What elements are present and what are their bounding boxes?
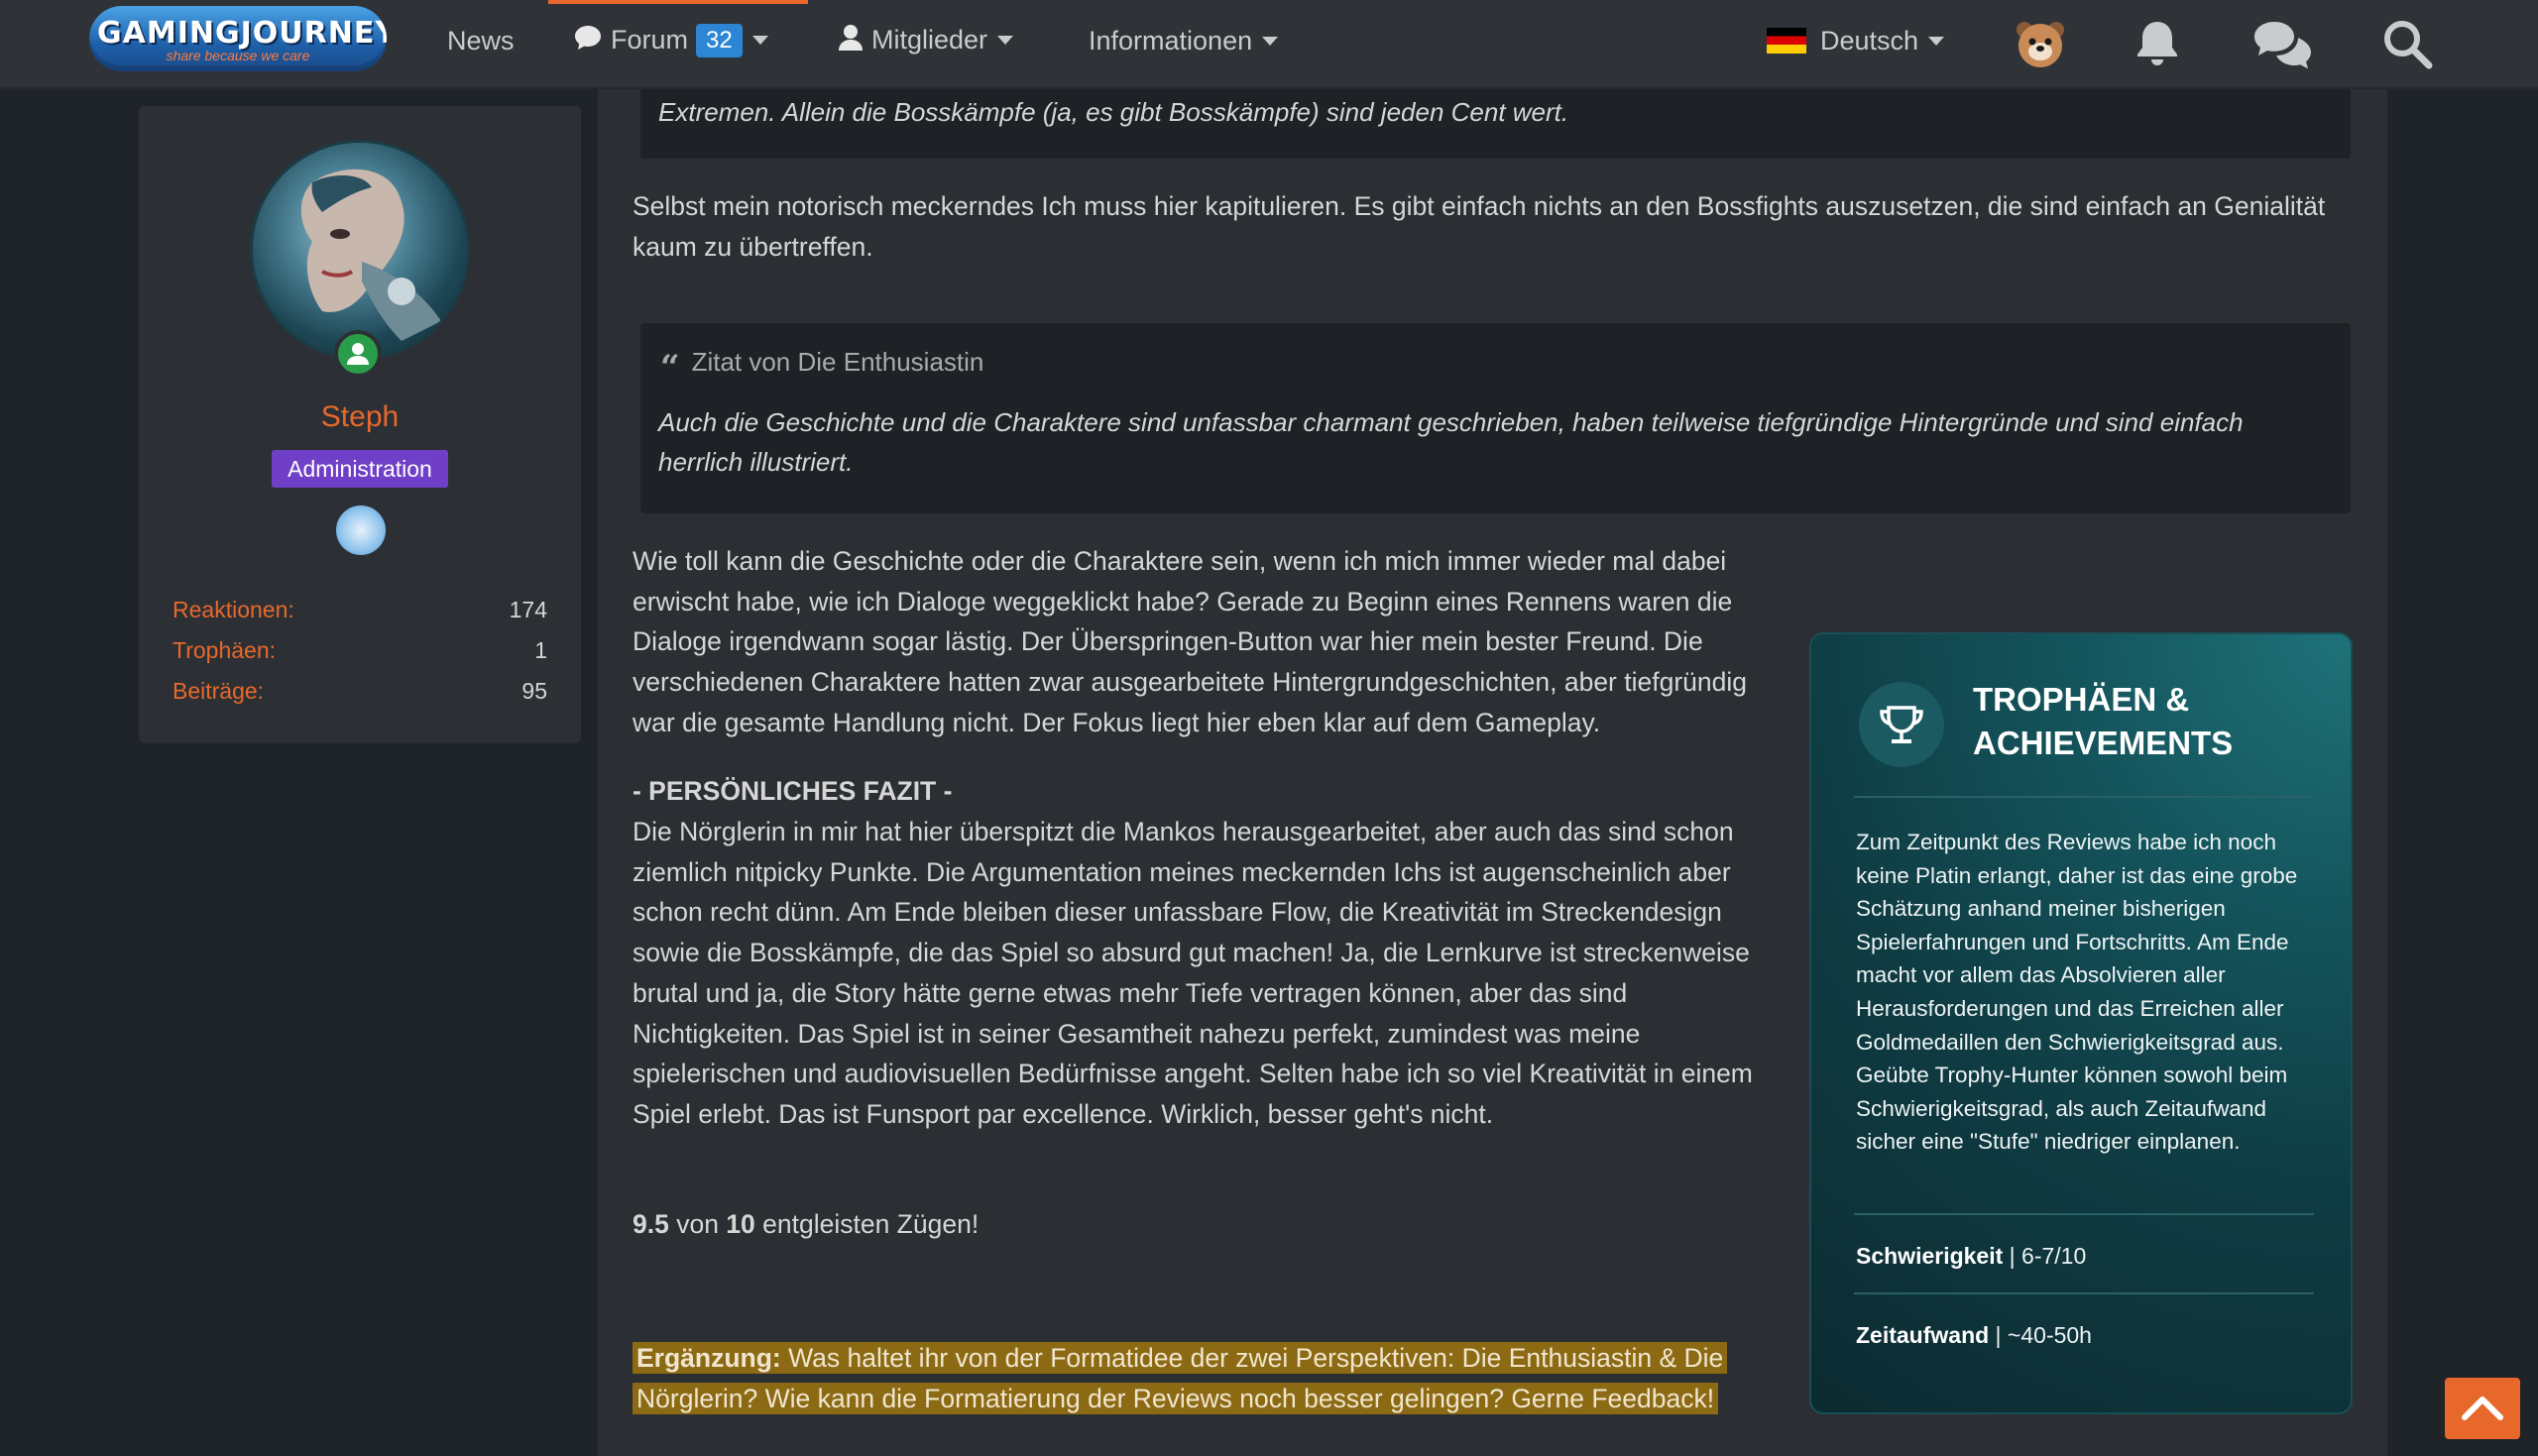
avatar[interactable]: [250, 140, 470, 360]
time-label: Zeitaufwand: [1856, 1322, 1990, 1348]
addendum-label: Ergänzung:: [636, 1343, 781, 1373]
site-logo[interactable]: GAMINGJOURNEYS share because we care: [89, 6, 387, 71]
divider: [1854, 796, 2314, 798]
addendum: Ergänzung: Was haltet ihr von der Format…: [633, 1338, 1783, 1418]
rank-icon[interactable]: [336, 505, 386, 555]
divider: [1854, 1292, 2314, 1294]
quote-block: “ Zitat von Die Enthusiastin Auch die Ges…: [640, 323, 2351, 513]
stat-trophies: Trophäen: 1: [173, 637, 547, 664]
quote-author-label: Zitat von Die Enthusiastin: [691, 347, 984, 377]
nav-news-label: News: [447, 26, 515, 56]
section-heading: - PERSÖNLICHES FAZIT -: [633, 776, 953, 806]
nav-members[interactable]: Mitglieder: [838, 24, 1014, 56]
score-suffix: entgleisten Zügen!: [754, 1209, 980, 1239]
chevron-down-icon: [1928, 37, 1945, 46]
forum-icon: [575, 26, 601, 50]
nav-members-label: Mitglieder: [871, 25, 988, 55]
language-label: Deutsch: [1820, 26, 1919, 56]
score-line: 9.5 von 10 entgleisten Zügen!: [633, 1204, 1783, 1245]
paragraph: Die Nörglerin in mir hat hier überspitzt…: [633, 817, 1753, 1129]
time-value: | ~40-50h: [1989, 1322, 2092, 1348]
stat-value: 95: [521, 678, 547, 704]
nav-informations[interactable]: Informationen: [1089, 26, 1279, 56]
bell-icon[interactable]: [2130, 16, 2185, 71]
nav-news[interactable]: News: [447, 26, 515, 56]
avatar-image: [300, 168, 441, 341]
online-status-indicator: [334, 330, 382, 378]
stat-label: Beiträge:: [173, 678, 265, 704]
scroll-to-top-button[interactable]: [2445, 1378, 2520, 1439]
divider: [1854, 1213, 2314, 1215]
stat-label: Reaktionen:: [173, 597, 294, 622]
trophy-box-description: Zum Zeitpunkt des Reviews habe ich noch …: [1856, 830, 2298, 1155]
stat-posts: Beiträge: 95: [173, 678, 547, 705]
score-value: 9.5: [633, 1209, 669, 1239]
forum-unread-badge: 32: [696, 24, 743, 57]
arrow-up-icon: [2462, 1397, 2503, 1420]
stat-value: 1: [534, 637, 547, 663]
chevron-down-icon: [997, 36, 1014, 45]
time-row: Zeitaufwand | ~40-50h: [1856, 1322, 2092, 1349]
avatar-bear-icon[interactable]: [2013, 16, 2068, 71]
logo-tagline: share because we care: [166, 48, 310, 63]
trophy-box-title: TROPHÄEN & ACHIEVEMENTS: [1973, 681, 2234, 761]
user-role-badge: Administration: [272, 450, 448, 488]
paragraph: Selbst mein notorisch meckerndes Ich mus…: [633, 191, 2326, 262]
post-content: Extremen. Allein die Bosskämpfe (ja, es …: [598, 89, 2387, 1456]
members-icon: [839, 25, 863, 51]
paragraph: Wie toll kann die Geschichte oder die Ch…: [633, 546, 1747, 737]
user-info-panel: Steph Administration Reaktionen: 174 Tro…: [139, 106, 581, 743]
trophy-icon: [1880, 706, 1923, 743]
trophy-info-box: TROPHÄEN & ACHIEVEMENTS Zum Zeitpunkt de…: [1809, 632, 2353, 1414]
search-icon[interactable]: [2379, 16, 2435, 71]
nav-forum-label: Forum: [611, 25, 689, 55]
addendum-text: Was haltet ihr von der Formatidee der zw…: [636, 1343, 1724, 1413]
difficulty-value: | 6-7/10: [2003, 1243, 2087, 1269]
quote-block: Extremen. Allein die Bosskämpfe (ja, es …: [640, 89, 2351, 159]
chevron-down-icon: [751, 36, 768, 45]
top-navigation-bar: GAMINGJOURNEYS share because we care New…: [0, 0, 2538, 89]
quote-author[interactable]: “ Zitat von Die Enthusiastin: [660, 347, 983, 388]
quote-icon: “: [660, 348, 680, 388]
quote-text: Extremen. Allein die Bosskämpfe (ja, es …: [658, 97, 1569, 127]
difficulty-label: Schwierigkeit: [1856, 1243, 2004, 1269]
nav-info-label: Informationen: [1089, 26, 1253, 56]
conversations-icon[interactable]: [2250, 16, 2314, 71]
stat-reactions: Reaktionen: 174: [173, 597, 547, 623]
username[interactable]: Steph: [139, 400, 581, 434]
language-selector[interactable]: Deutsch: [1767, 26, 1945, 56]
difficulty-row: Schwierigkeit | 6-7/10: [1856, 1243, 2086, 1270]
quote-text: Auch die Geschichte und die Charaktere s…: [658, 407, 2244, 477]
chevron-down-icon: [1262, 37, 1279, 46]
logo-title: GAMINGJOURNEYS: [97, 16, 387, 51]
stat-label: Trophäen:: [173, 637, 276, 663]
nav-forum[interactable]: Forum 32: [573, 24, 768, 57]
flag-de-icon: [1767, 28, 1806, 54]
nav-forum-active-indicator: [548, 0, 808, 4]
stat-value: 174: [509, 597, 547, 622]
score-max: 10: [726, 1209, 755, 1239]
online-icon: [347, 343, 369, 365]
score-mid: von: [668, 1209, 727, 1239]
trophy-icon-circle: [1859, 682, 1944, 767]
